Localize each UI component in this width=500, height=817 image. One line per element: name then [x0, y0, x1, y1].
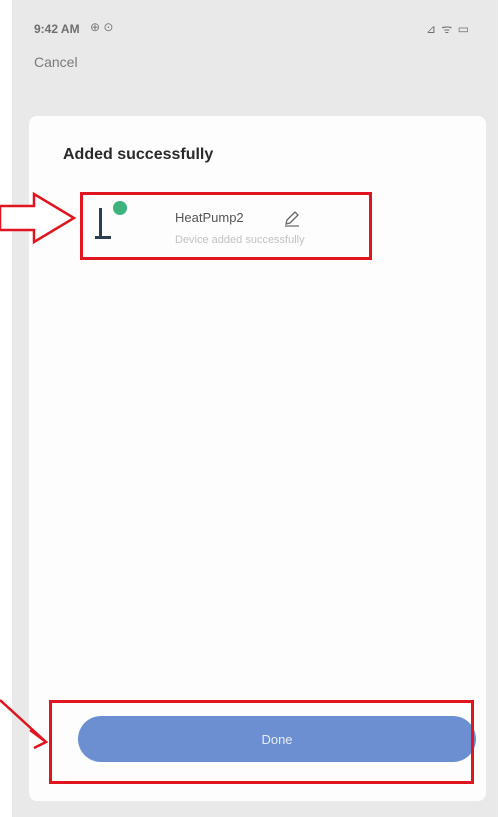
notification-icons: ⊕ ⊙ — [90, 20, 114, 34]
arrow-icon — [0, 699, 49, 750]
phone-screen: 9:42 AM ⊕ ⊙ ⊿ ᯤ ▭ Cancel Added successfu… — [12, 0, 498, 817]
card-title: Added successfully — [63, 146, 214, 163]
done-highlight-box — [49, 700, 474, 784]
status-bar: 9:42 AM ⊕ ⊙ ⊿ ᯤ ▭ — [12, 0, 498, 46]
arrow-icon — [0, 191, 77, 245]
device-highlight-box — [80, 192, 372, 260]
cancel-button[interactable]: Cancel — [34, 54, 78, 70]
status-time: 9:42 AM — [34, 22, 80, 36]
status-icons: ⊿ ᯤ ▭ — [425, 22, 470, 36]
